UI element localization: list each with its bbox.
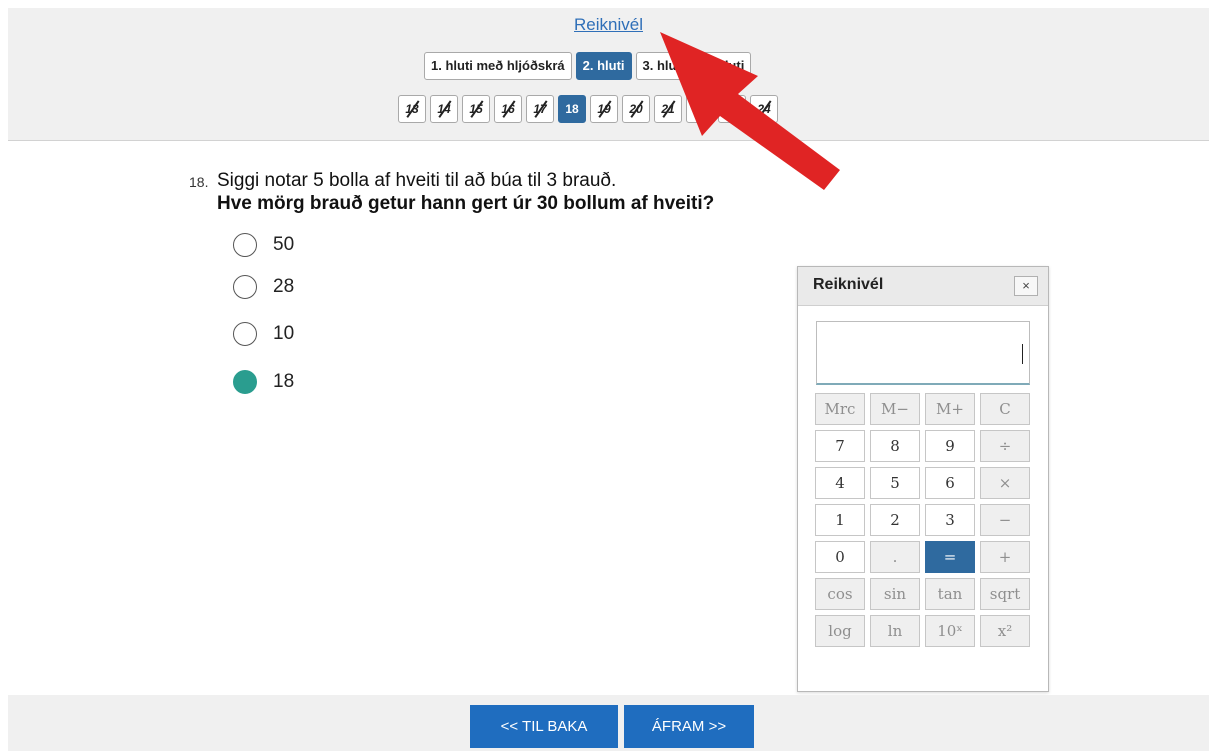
calc-key[interactable]: log: [815, 615, 865, 647]
calc-key[interactable]: ×: [980, 467, 1030, 499]
calc-key[interactable]: 6: [925, 467, 975, 499]
answer-option-50[interactable]: 50: [233, 233, 294, 257]
back-button[interactable]: << TIL BAKA: [470, 705, 618, 748]
text-cursor: [1022, 344, 1023, 364]
answer-label: 18: [273, 371, 295, 392]
calculator-title-bar[interactable]: Reiknivél ×: [798, 267, 1048, 306]
calc-key[interactable]: sqrt: [980, 578, 1030, 610]
calc-key[interactable]: M−: [870, 393, 920, 425]
part-tab-label: 2. hluti: [582, 58, 625, 73]
calculator-link[interactable]: Reiknivél: [8, 15, 1209, 35]
calc-key[interactable]: 3: [925, 504, 975, 536]
calc-key[interactable]: sin: [870, 578, 920, 610]
radio-button[interactable]: [233, 275, 257, 299]
question-tab-14[interactable]: 14: [430, 95, 458, 123]
answer-option-18[interactable]: 18: [233, 370, 294, 394]
answer-label: 50: [273, 234, 295, 255]
calc-key[interactable]: Mrc: [815, 393, 865, 425]
question-tab-17[interactable]: 17: [526, 95, 554, 123]
calculator-display[interactable]: [816, 321, 1030, 385]
answer-label: 28: [273, 276, 295, 297]
answer-label: 10: [273, 323, 295, 344]
calc-key[interactable]: 0: [815, 541, 865, 573]
question-tab-16[interactable]: 16: [494, 95, 522, 123]
top-navigation: Reiknivél 1. hluti með hljóðskrá 2. hlut…: [8, 8, 1209, 141]
part-tab-1[interactable]: 1. hluti með hljóðskrá: [424, 52, 572, 80]
answer-option-28[interactable]: 28: [233, 275, 294, 299]
calc-key[interactable]: tan: [925, 578, 975, 610]
radio-button[interactable]: [233, 322, 257, 346]
calc-key[interactable]: 2: [870, 504, 920, 536]
calc-key[interactable]: C: [980, 393, 1030, 425]
calculator-keypad: Mrc M− M+ C 7 8 9 ÷ 4 5 6 × 1 2 3− 0. = + cos sin tan sqrt log…: [815, 393, 1030, 647]
question-tab-18[interactable]: 18: [558, 95, 586, 123]
calc-key[interactable]: 1: [815, 504, 865, 536]
radio-button[interactable]: [233, 233, 257, 257]
question-tab-19[interactable]: 19: [590, 95, 618, 123]
calc-key[interactable]: ln: [870, 615, 920, 647]
calc-key[interactable]: 4: [815, 467, 865, 499]
radio-button-selected[interactable]: [233, 370, 257, 394]
calc-key[interactable]: =: [925, 541, 975, 573]
part-tab-2[interactable]: 2. hluti: [575, 52, 632, 80]
calc-key[interactable]: x²: [980, 615, 1030, 647]
calc-key[interactable]: .: [870, 541, 920, 573]
calc-key[interactable]: ÷: [980, 430, 1030, 462]
calc-key[interactable]: M+: [925, 393, 975, 425]
calc-key[interactable]: 9: [925, 430, 975, 462]
calc-key[interactable]: 10ˣ: [925, 615, 975, 647]
calc-key[interactable]: 7: [815, 430, 865, 462]
close-icon[interactable]: ×: [1014, 276, 1038, 296]
question-tab-13[interactable]: 13: [398, 95, 426, 123]
answer-option-10[interactable]: 10: [233, 322, 294, 346]
annotation-arrow-icon: [660, 32, 840, 190]
calc-key[interactable]: +: [980, 541, 1030, 573]
calc-key[interactable]: −: [980, 504, 1030, 536]
footer-navigation: << TIL BAKA ÁFRAM >>: [8, 695, 1209, 751]
calc-key[interactable]: cos: [815, 578, 865, 610]
calc-key[interactable]: 5: [870, 467, 920, 499]
calc-key[interactable]: 8: [870, 430, 920, 462]
question-prompt: Hve mörg brauð getur hann gert úr 30 bol…: [217, 193, 715, 214]
calculator-title: Reiknivél: [813, 276, 884, 293]
question-text: Siggi notar 5 bolla af hveiti til að búa…: [217, 170, 617, 191]
question-number: 18.: [189, 174, 209, 190]
question-tab-15[interactable]: 15: [462, 95, 490, 123]
forward-button[interactable]: ÁFRAM >>: [624, 705, 754, 748]
question-tab-label: 18: [565, 102, 579, 116]
calculator-panel: Reiknivél × Mrc M− M+ C 7 8 9 ÷ 4 5 6 × 1 2 3−0. = + cos s…: [797, 266, 1049, 692]
part-tab-label: 1. hluti með hljóðskrá: [431, 58, 565, 73]
